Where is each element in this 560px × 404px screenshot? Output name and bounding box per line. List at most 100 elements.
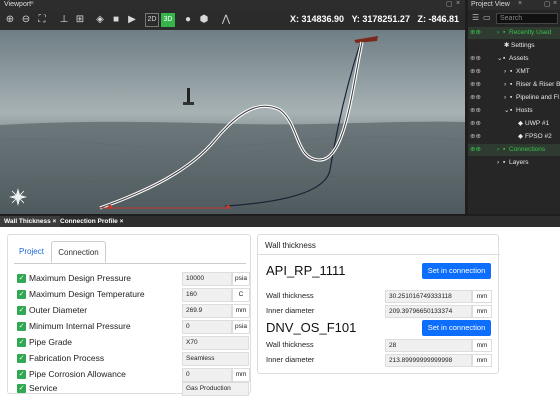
- align-center-icon[interactable]: ⊞: [73, 13, 87, 27]
- value-field[interactable]: 160: [182, 288, 232, 302]
- checkbox-pipe-corrosion-allowance[interactable]: ✓: [17, 370, 26, 379]
- visibility-icon[interactable]: ⊕⊕: [470, 53, 481, 65]
- project-search-input[interactable]: Search: [496, 13, 558, 24]
- zoom-in-icon[interactable]: ⊕: [3, 13, 17, 27]
- unit-label: mm: [472, 354, 492, 367]
- connection-parameters-card: Project Connection ✓ Maximum Design Pres…: [7, 234, 251, 396]
- folder-icon: ▪: [510, 94, 513, 101]
- measure-icon[interactable]: ⋀: [219, 13, 233, 27]
- value-field[interactable]: Seamless: [182, 352, 249, 366]
- tab-connection[interactable]: Connection: [51, 241, 106, 263]
- visibility-icon[interactable]: ⊕⊕: [470, 118, 481, 130]
- folder-icon[interactable]: ▭: [483, 13, 491, 22]
- checkbox-max-design-temperature[interactable]: ✓: [17, 290, 26, 299]
- tree-item-assets[interactable]: ⊕⊕ ⌄ ▪ Assets: [468, 53, 560, 65]
- inner-diameter-value[interactable]: 209.39796650133374: [385, 305, 472, 318]
- visibility-icon[interactable]: ⊕⊕: [470, 144, 481, 156]
- close-icon[interactable]: ×: [120, 218, 124, 225]
- sphere-icon[interactable]: ●: [181, 13, 195, 27]
- play-icon[interactable]: ▶: [125, 13, 139, 27]
- list-view-icon[interactable]: ☰: [472, 13, 479, 22]
- tree-item-hosts[interactable]: ⊕⊕ ⌄ ▪ Hosts: [468, 105, 560, 117]
- fit-view-icon[interactable]: ⛶: [35, 13, 49, 27]
- tree-item-recently-used[interactable]: ⊕⊕ › ▪ Recently Used: [468, 27, 560, 39]
- checkbox-pipe-grade[interactable]: ✓: [17, 338, 26, 347]
- align-bottom-icon[interactable]: ⊥: [57, 13, 71, 27]
- visibility-icon[interactable]: ⊕⊕: [470, 27, 481, 39]
- checkbox-service[interactable]: ✓: [17, 384, 26, 393]
- tree-item-fpso-2[interactable]: ⊕⊕ ◆ FPSO #2: [468, 131, 560, 143]
- param-row: ✓ Service Gas Production: [17, 382, 249, 396]
- wall-thickness-value[interactable]: 30.251016749333118: [385, 290, 472, 303]
- tree-item-settings[interactable]: ✱ Settings: [468, 40, 560, 52]
- chevron-down-icon[interactable]: ⌄: [497, 53, 502, 65]
- unit-label: C: [232, 288, 250, 302]
- close-icon[interactable]: ×: [518, 0, 522, 7]
- checkbox-max-design-pressure[interactable]: ✓: [17, 274, 26, 283]
- close-icon[interactable]: ×: [30, 0, 34, 7]
- checkbox-fabrication-process[interactable]: ✓: [17, 354, 26, 363]
- tree-item-xmt[interactable]: ⊕⊕ › ▪ XMT: [468, 66, 560, 78]
- wall-thickness-label: Wall thickness: [266, 340, 314, 349]
- param-row: ✓ Fabrication Process Seamless: [17, 352, 249, 366]
- tab-wall-thickness[interactable]: Wall Thickness ×: [0, 216, 61, 227]
- visibility-icon[interactable]: ⊕⊕: [470, 79, 481, 91]
- close-icon[interactable]: ×: [456, 0, 460, 7]
- checkbox-min-internal-pressure[interactable]: ✓: [17, 322, 26, 331]
- value-field[interactable]: 10000: [182, 272, 232, 286]
- tree-item-pipeline[interactable]: ⊕⊕ › ▪ Pipeline and Fl: [468, 92, 560, 104]
- chevron-down-icon[interactable]: ⌄: [504, 105, 509, 117]
- tab-connection-profile[interactable]: Connection Profile ×: [56, 216, 127, 227]
- chevron-right-icon[interactable]: ›: [504, 66, 506, 78]
- visibility-icon[interactable]: ⊕⊕: [470, 105, 481, 117]
- chevron-right-icon[interactable]: ›: [497, 27, 499, 39]
- value-field[interactable]: 269.9: [182, 304, 232, 318]
- visibility-icon[interactable]: ⊕⊕: [470, 92, 481, 104]
- layers-icon[interactable]: ◈: [93, 13, 107, 27]
- seabed-surface: [0, 121, 465, 214]
- app-root: Viewport × ▢ × ⊕ ⊖ ⛶ ⊥ ⊞ ◈ ■ ▶ 2D 3D ● ⬢…: [0, 0, 560, 404]
- 3d-scene[interactable]: [0, 30, 465, 214]
- param-row: ✓ Maximum Design Temperature 160 C: [17, 288, 250, 302]
- close-icon[interactable]: ×: [553, 0, 557, 7]
- tree-item-uwp-1[interactable]: ⊕⊕ ◆ UWP #1: [468, 118, 560, 130]
- video-camera-icon[interactable]: ■: [109, 13, 123, 27]
- visibility-icon[interactable]: ⊕⊕: [470, 66, 481, 78]
- wall-thickness-title: Wall thickness: [265, 241, 316, 250]
- param-row: ✓ Outer Diameter 269.9 mm: [17, 304, 250, 318]
- tree-item-riser[interactable]: ⊕⊕ › ▪ Riser & Riser B: [468, 79, 560, 91]
- folder-icon: ▪: [503, 55, 506, 62]
- folder-icon: ▪: [510, 81, 513, 88]
- fpso-vessel[interactable]: [354, 36, 378, 43]
- param-row: ✓ Pipe Corrosion Allowance 0 mm: [17, 368, 250, 382]
- chevron-right-icon[interactable]: ›: [504, 92, 506, 104]
- set-in-connection-button[interactable]: Set in connection: [422, 263, 491, 279]
- chevron-right-icon[interactable]: ›: [497, 144, 499, 156]
- shape-select-icon[interactable]: ⬢: [197, 13, 211, 27]
- standard-name: DNV_OS_F101: [266, 320, 357, 335]
- value-field[interactable]: 0: [182, 320, 232, 334]
- host-icon: ◆: [518, 133, 523, 140]
- toggle-2d-button[interactable]: 2D: [145, 13, 159, 27]
- maximize-icon[interactable]: ▢: [544, 0, 551, 8]
- set-in-connection-button[interactable]: Set in connection: [422, 320, 491, 336]
- value-field[interactable]: 0: [182, 368, 232, 382]
- inner-diameter-value[interactable]: 213.89999999999998: [385, 354, 472, 367]
- param-row: ✓ Pipe Grade X70: [17, 336, 249, 350]
- unit-label: mm: [472, 339, 492, 352]
- value-field[interactable]: Gas Production: [182, 382, 249, 396]
- maximize-icon[interactable]: ▢: [446, 0, 453, 8]
- folder-icon: ▪: [510, 68, 513, 75]
- tab-project[interactable]: Project: [14, 241, 49, 263]
- visibility-icon[interactable]: ⊕⊕: [470, 131, 481, 143]
- checkbox-outer-diameter[interactable]: ✓: [17, 306, 26, 315]
- wall-thickness-value[interactable]: 28: [385, 339, 472, 352]
- chevron-right-icon[interactable]: ›: [504, 79, 506, 91]
- chevron-right-icon[interactable]: ›: [497, 157, 499, 169]
- zoom-out-icon[interactable]: ⊖: [19, 13, 33, 27]
- tree-item-connections[interactable]: ⊕⊕ › ▪ Connections: [468, 144, 560, 156]
- inner-diameter-label: Inner diameter: [266, 306, 315, 315]
- tree-item-layers[interactable]: › ▪ Layers: [468, 157, 560, 169]
- toggle-3d-button[interactable]: 3D: [161, 13, 175, 27]
- value-field[interactable]: X70: [182, 336, 249, 350]
